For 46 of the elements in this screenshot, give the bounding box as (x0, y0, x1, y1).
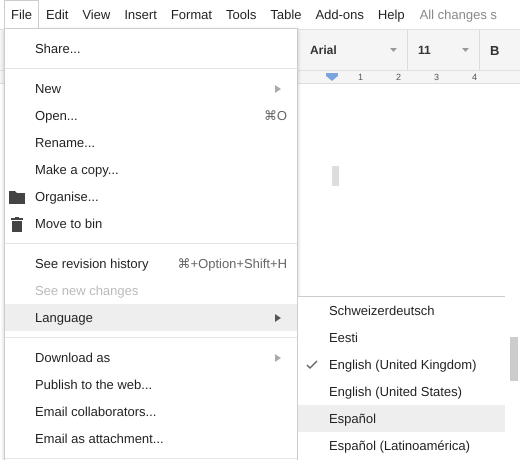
menu-item[interactable]: New (5, 75, 297, 102)
ruler-number: 4 (472, 72, 478, 82)
menu-item[interactable]: Email as attachment... (5, 425, 297, 452)
menu-item[interactable]: Organise... (5, 183, 297, 210)
menu-item[interactable]: Email collaborators... (5, 398, 297, 425)
text-cursor (332, 166, 339, 186)
menu-item[interactable]: Move to bin (5, 210, 297, 237)
locale-option[interactable]: English (United States) (298, 378, 505, 405)
menu-item[interactable]: Open... ⌘O (5, 102, 297, 129)
locale-option[interactable]: English (United Kingdom) (298, 351, 505, 378)
menu-bar-item[interactable]: Edit (38, 0, 76, 28)
menu-bar-item[interactable]: Format (164, 0, 219, 28)
menu-item[interactable]: Language (5, 304, 297, 331)
menu-bar-item[interactable]: Add-ons (308, 0, 371, 28)
menu-bar-item[interactable]: Table (263, 0, 308, 28)
menu-item[interactable]: Publish to the web... (5, 371, 297, 398)
font-size-dropdown[interactable]: 11 (408, 30, 480, 70)
menu-bar-item[interactable]: Help (370, 0, 412, 28)
folder-icon (9, 188, 25, 204)
menu-item[interactable]: Rename... (5, 129, 297, 156)
ruler-number: 3 (434, 72, 440, 82)
ruler-number: 1 (358, 72, 364, 82)
trash-icon (9, 216, 25, 232)
ruler-number: 2 (396, 72, 402, 82)
caret-icon (462, 48, 469, 52)
locale-option[interactable]: Español (298, 405, 505, 432)
bold-button[interactable]: B (480, 30, 510, 70)
submenu-arrow-icon (275, 314, 281, 322)
save-status: All changes s (420, 6, 497, 24)
locale-option[interactable]: Schweizerdeutsch (298, 297, 505, 324)
submenu-arrow-icon (275, 84, 281, 92)
locale-option[interactable]: Eesti (298, 324, 505, 351)
menu-item[interactable]: Download as (5, 344, 297, 371)
menu-bar-item[interactable]: View (75, 0, 118, 28)
locale-option[interactable]: Español (Latinoamérica) (298, 432, 505, 459)
font-dropdown[interactable]: Arial (300, 30, 408, 70)
scrollbar-thumb[interactable] (510, 337, 518, 381)
indent-marker-icon[interactable] (326, 73, 338, 81)
menu-item[interactable]: See revision history ⌘+Option+Shift+H (5, 250, 297, 277)
menu-item[interactable]: Share... (5, 35, 297, 62)
menu-item[interactable]: Make a copy... (5, 156, 297, 183)
menu-bar-item[interactable]: Tools (219, 0, 264, 28)
caret-icon (390, 48, 397, 52)
submenu-arrow-icon (275, 354, 281, 362)
menu-bar-item[interactable]: File (4, 0, 39, 28)
menu-bar-item[interactable]: Insert (117, 0, 164, 28)
